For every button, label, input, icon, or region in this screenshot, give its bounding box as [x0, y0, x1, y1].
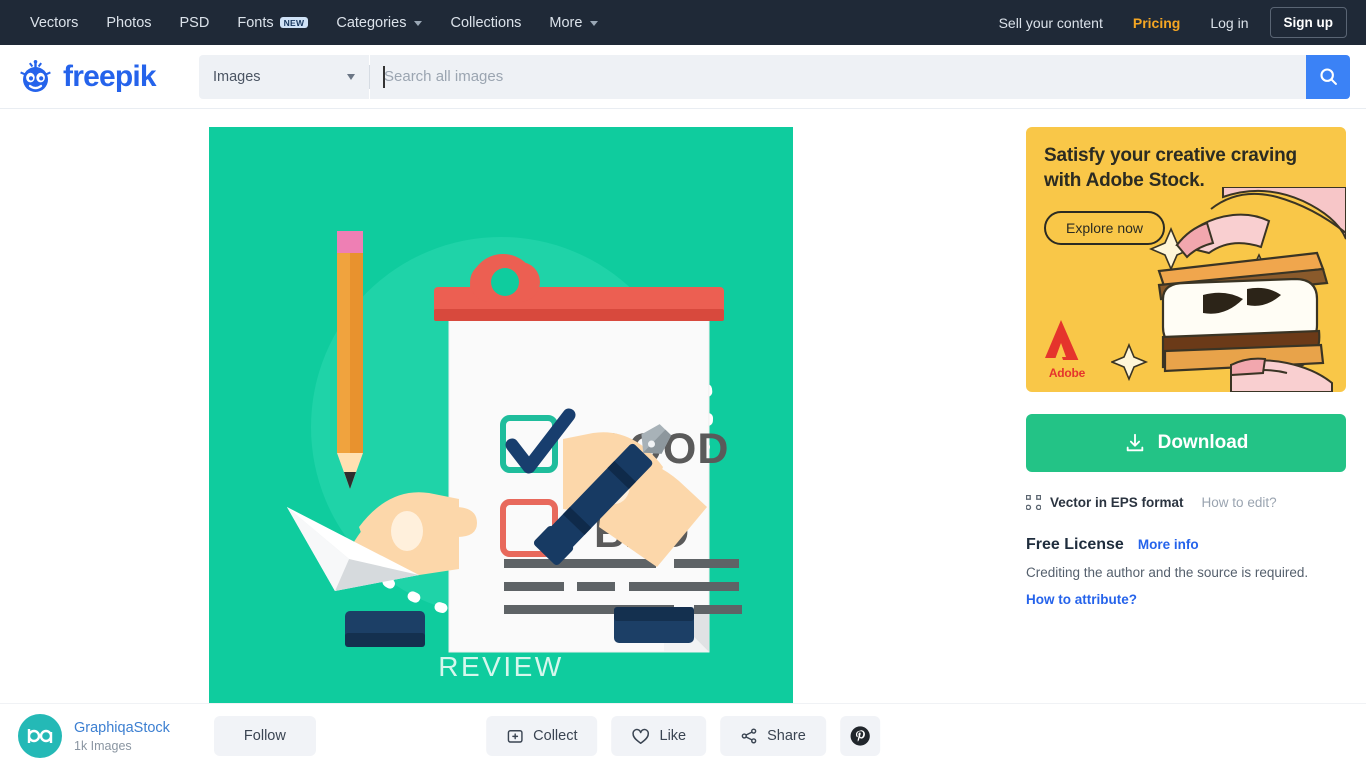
share-button[interactable]: Share	[720, 716, 826, 756]
ad-headline: Satisfy your creative craving with Adobe…	[1044, 145, 1297, 192]
download-icon	[1126, 433, 1143, 452]
adobe-wordmark: Adobe	[1048, 366, 1086, 380]
nav-label: More	[549, 14, 583, 31]
nav-item-photos[interactable]: Photos	[92, 0, 165, 45]
vector-nodes-icon	[1026, 495, 1041, 510]
author-image-count: 1k Images	[74, 738, 132, 753]
ad-explore-now-button[interactable]: Explore now	[1044, 211, 1166, 245]
freepik-robot-icon	[20, 59, 51, 92]
file-format-row: Vector in EPS format How to edit?	[1026, 495, 1346, 510]
heart-icon	[632, 728, 650, 744]
search-category-label: Images	[213, 68, 261, 85]
login-link[interactable]: Log in	[1195, 0, 1263, 45]
adobe-a-icon	[1045, 320, 1081, 366]
license-row: Free License More info	[1026, 536, 1346, 554]
nav-item-psd[interactable]: PSD	[166, 0, 224, 45]
search-submit-button[interactable]	[1306, 54, 1350, 99]
bottom-action-bar: GraphiqaStock 1k Images Follow Collect L…	[0, 703, 1366, 768]
share-label: Share	[767, 728, 806, 744]
chevron-down-icon	[590, 20, 599, 26]
pricing-link[interactable]: Pricing	[1118, 0, 1195, 45]
nav-label: Photos	[106, 14, 152, 31]
search-input-wrapper[interactable]	[370, 54, 1306, 99]
asset-actions: Collect Like Share	[486, 716, 880, 756]
search-input[interactable]	[384, 68, 1292, 85]
how-to-edit-link[interactable]: How to edit?	[1202, 495, 1277, 510]
signup-button[interactable]: Sign up	[1269, 7, 1347, 38]
share-nodes-icon	[741, 728, 757, 744]
author-block: GraphiqaStock 1k Images Follow	[18, 714, 316, 758]
like-button[interactable]: Like	[611, 716, 707, 756]
avatar[interactable]	[18, 714, 62, 758]
freepik-wordmark: freepik	[63, 59, 157, 93]
top-navigation-bar: Vectors Photos PSD Fonts NEW Categories …	[0, 0, 1366, 45]
author-avatar-glyph	[27, 729, 53, 743]
nav-label: PSD	[179, 14, 210, 31]
how-to-attribute-link[interactable]: How to attribute?	[1026, 592, 1346, 607]
file-format-label: Vector in EPS format	[1050, 495, 1184, 510]
download-button[interactable]: Download	[1026, 414, 1346, 472]
author-info: GraphiqaStock 1k Images	[74, 720, 170, 753]
nav-label: Categories	[336, 14, 407, 31]
license-more-info-link[interactable]: More info	[1138, 537, 1199, 552]
asset-preview-image[interactable]: GOOD BAD	[209, 127, 793, 711]
collect-label: Collect	[533, 728, 578, 744]
collect-button[interactable]: Collect	[486, 716, 598, 756]
nav-item-fonts[interactable]: Fonts NEW	[223, 0, 322, 45]
license-description: Crediting the author and the source is r…	[1026, 565, 1309, 580]
download-button-label: Download	[1157, 432, 1249, 453]
nav-item-more[interactable]: More	[535, 0, 612, 45]
sidebar-column: Satisfy your creative craving with Adobe…	[1026, 127, 1346, 767]
nav-label: Vectors	[30, 14, 79, 31]
main-content-area: GOOD BAD	[0, 109, 1366, 767]
new-badge: NEW	[279, 16, 309, 29]
chevron-down-icon	[414, 20, 423, 26]
chevron-down-icon	[347, 73, 355, 80]
nav-label: Fonts	[237, 14, 274, 31]
search-header: freepik Images	[0, 45, 1366, 109]
svg-text:REVIEW: REVIEW	[438, 651, 563, 682]
review-illustration: GOOD BAD	[209, 127, 793, 711]
nav-item-collections[interactable]: Collections	[436, 0, 535, 45]
freepik-logo[interactable]: freepik	[16, 59, 191, 94]
author-name-link[interactable]: GraphiqaStock	[74, 720, 170, 736]
license-title: Free License	[1026, 536, 1124, 553]
top-nav-account-links: Sell your content Pricing Log in Sign up	[984, 0, 1350, 45]
nav-item-vectors[interactable]: Vectors	[16, 0, 92, 45]
follow-button[interactable]: Follow	[213, 716, 316, 756]
pinterest-button[interactable]	[839, 716, 880, 756]
search-category-dropdown[interactable]: Images	[199, 54, 369, 99]
search-icon	[1319, 68, 1337, 85]
adobe-stock-ad[interactable]: Satisfy your creative craving with Adobe…	[1026, 127, 1346, 392]
nav-label: Collections	[450, 14, 522, 31]
collect-folder-icon	[507, 730, 523, 743]
preview-column: GOOD BAD	[20, 127, 1002, 767]
top-nav-links: Vectors Photos PSD Fonts NEW Categories …	[16, 0, 612, 45]
adobe-logo: Adobe	[1043, 318, 1091, 380]
like-label: Like	[659, 728, 687, 744]
nav-item-categories[interactable]: Categories	[322, 0, 436, 45]
text-cursor	[383, 65, 385, 88]
sell-your-content-link[interactable]: Sell your content	[984, 0, 1118, 45]
pinterest-icon	[850, 726, 870, 746]
search-form: Images	[199, 54, 1350, 99]
